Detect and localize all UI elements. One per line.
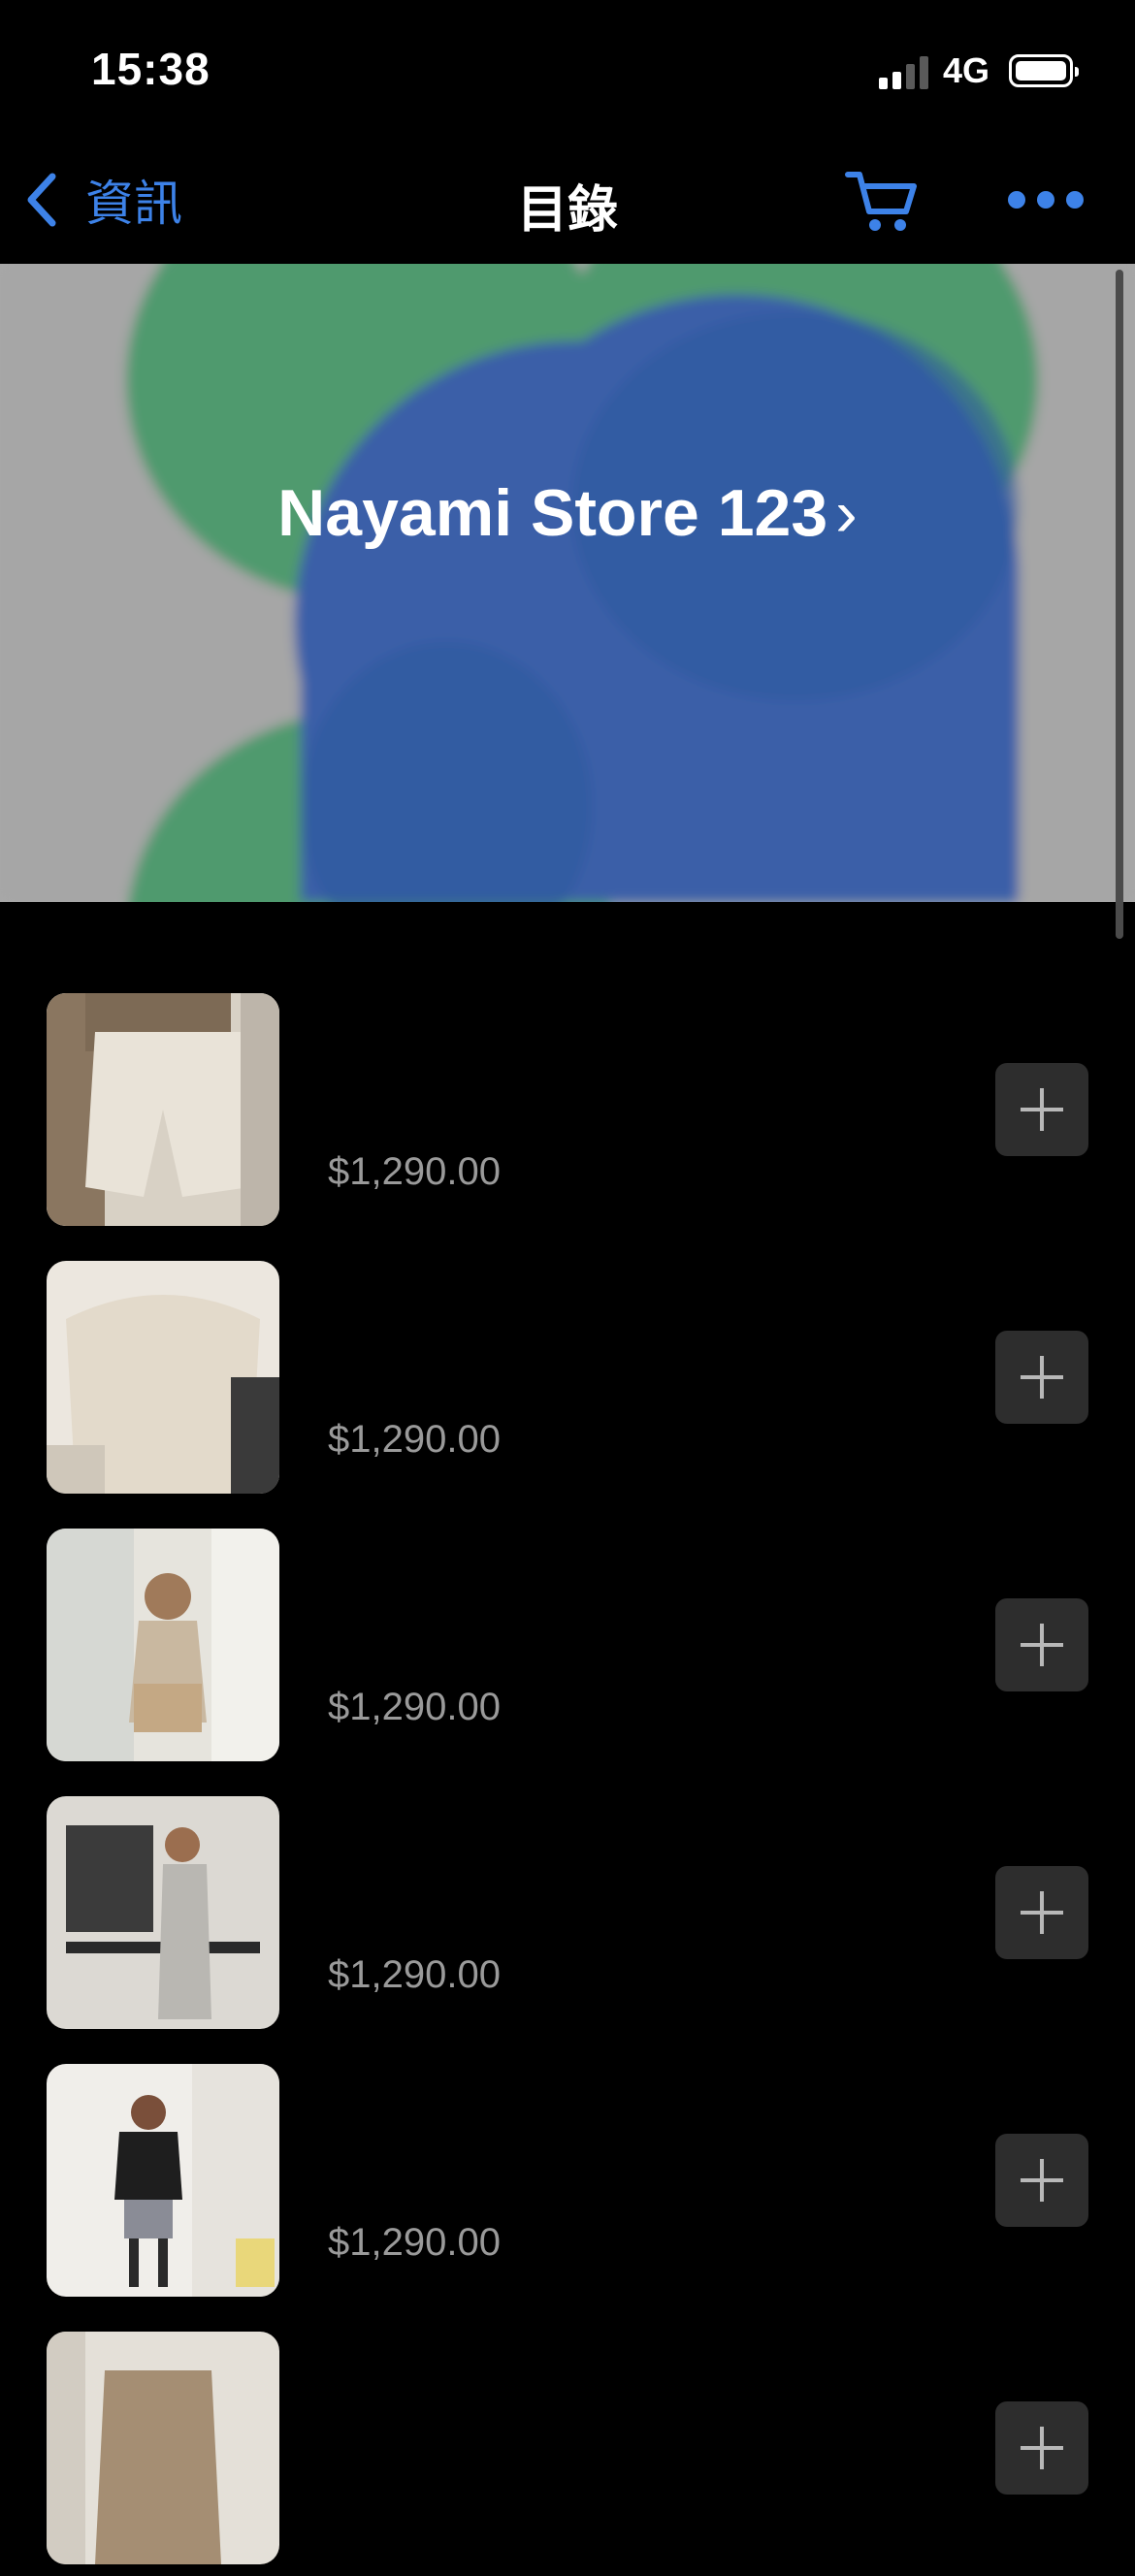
page-title: 目錄	[516, 182, 618, 239]
list-item[interactable]: $1,290.00	[0, 1773, 1135, 2041]
list-item[interactable]	[0, 2308, 1135, 2576]
list-item[interactable]: $1,290.00	[0, 2041, 1135, 2308]
cart-icon[interactable]	[844, 167, 922, 237]
add-button[interactable]	[995, 1598, 1088, 1691]
add-button[interactable]	[995, 1063, 1088, 1156]
product-price: $1,290.00	[328, 1953, 501, 1996]
chevron-right-icon: ›	[835, 476, 858, 550]
list-item[interactable]: $1,290.00	[0, 970, 1135, 1238]
banner-background	[0, 264, 1135, 902]
add-button[interactable]	[995, 1331, 1088, 1424]
network-label: 4G	[943, 50, 990, 90]
product-thumbnail[interactable]	[47, 993, 279, 1226]
battery-icon	[1009, 54, 1079, 87]
store-title[interactable]: Nayami Store 123 ›	[0, 475, 1135, 551]
more-icon[interactable]	[1005, 182, 1086, 217]
list-item[interactable]: $1,290.00	[0, 1505, 1135, 1773]
nav-bar: 資訊 目錄	[0, 145, 1135, 264]
product-price: $1,290.00	[328, 1418, 501, 1461]
product-thumbnail[interactable]	[47, 1261, 279, 1494]
status-time: 15:38	[91, 44, 211, 94]
status-bar: 15:38 4G	[0, 0, 1135, 145]
product-thumbnail[interactable]	[47, 2064, 279, 2297]
signal-icon	[879, 56, 929, 89]
scroll-indicator[interactable]	[1116, 270, 1123, 939]
product-thumbnail[interactable]	[47, 1796, 279, 2029]
store-name: Nayami Store 123	[277, 476, 828, 550]
product-thumbnail[interactable]	[47, 2332, 279, 2564]
product-price: $1,290.00	[328, 1686, 501, 1728]
product-thumbnail[interactable]	[47, 1529, 279, 1761]
add-button[interactable]	[995, 2134, 1088, 2227]
product-price: $1,290.00	[328, 1150, 501, 1193]
add-button[interactable]	[995, 2401, 1088, 2495]
list-item[interactable]: $1,290.00	[0, 1238, 1135, 1505]
store-banner[interactable]: Nayami Store 123 ›	[0, 264, 1135, 902]
product-price: $1,290.00	[328, 2221, 501, 2264]
add-button[interactable]	[995, 1866, 1088, 1959]
